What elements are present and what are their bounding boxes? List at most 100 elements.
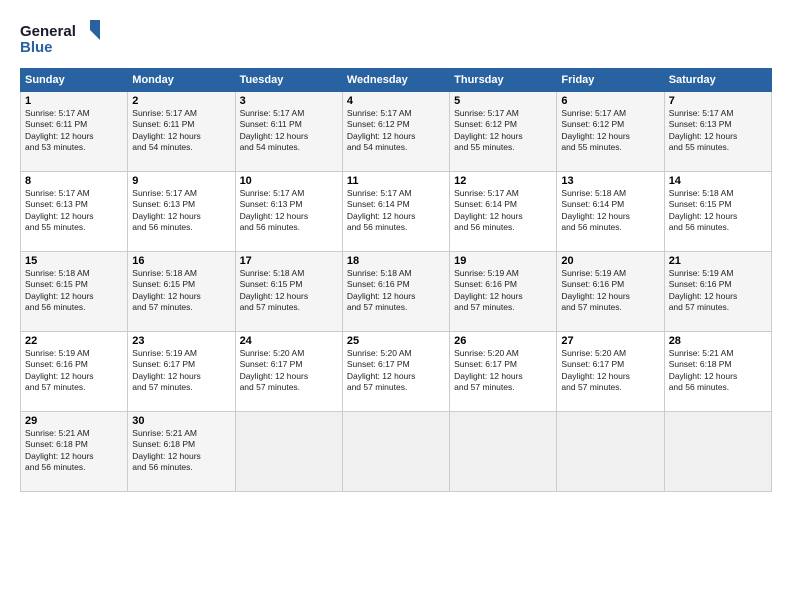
day-number: 28 — [669, 335, 767, 347]
day-number: 10 — [240, 175, 338, 187]
day-info: Sunrise: 5:21 AM Sunset: 6:18 PM Dayligh… — [25, 428, 123, 474]
table-row: 3Sunrise: 5:17 AM Sunset: 6:11 PM Daylig… — [235, 92, 342, 172]
col-sunday: Sunday — [21, 69, 128, 92]
table-row: 22Sunrise: 5:19 AM Sunset: 6:16 PM Dayli… — [21, 332, 128, 412]
day-number: 20 — [561, 255, 659, 267]
day-info: Sunrise: 5:19 AM Sunset: 6:16 PM Dayligh… — [669, 268, 767, 314]
calendar-week-row: 29Sunrise: 5:21 AM Sunset: 6:18 PM Dayli… — [21, 412, 772, 492]
day-info: Sunrise: 5:18 AM Sunset: 6:16 PM Dayligh… — [347, 268, 445, 314]
table-row: 16Sunrise: 5:18 AM Sunset: 6:15 PM Dayli… — [128, 252, 235, 332]
day-number: 2 — [132, 95, 230, 107]
table-row: 25Sunrise: 5:20 AM Sunset: 6:17 PM Dayli… — [342, 332, 449, 412]
table-row: 24Sunrise: 5:20 AM Sunset: 6:17 PM Dayli… — [235, 332, 342, 412]
day-number: 15 — [25, 255, 123, 267]
col-monday: Monday — [128, 69, 235, 92]
day-info: Sunrise: 5:19 AM Sunset: 6:17 PM Dayligh… — [132, 348, 230, 394]
table-row: 21Sunrise: 5:19 AM Sunset: 6:16 PM Dayli… — [664, 252, 771, 332]
table-row: 18Sunrise: 5:18 AM Sunset: 6:16 PM Dayli… — [342, 252, 449, 332]
day-info: Sunrise: 5:20 AM Sunset: 6:17 PM Dayligh… — [240, 348, 338, 394]
day-number: 14 — [669, 175, 767, 187]
table-row: 23Sunrise: 5:19 AM Sunset: 6:17 PM Dayli… — [128, 332, 235, 412]
day-info: Sunrise: 5:18 AM Sunset: 6:15 PM Dayligh… — [25, 268, 123, 314]
day-info: Sunrise: 5:17 AM Sunset: 6:11 PM Dayligh… — [132, 108, 230, 154]
table-row: 14Sunrise: 5:18 AM Sunset: 6:15 PM Dayli… — [664, 172, 771, 252]
day-number: 3 — [240, 95, 338, 107]
svg-text:Blue: Blue — [20, 39, 53, 56]
day-number: 30 — [132, 415, 230, 427]
day-number: 25 — [347, 335, 445, 347]
table-row — [450, 412, 557, 492]
day-info: Sunrise: 5:21 AM Sunset: 6:18 PM Dayligh… — [669, 348, 767, 394]
day-number: 7 — [669, 95, 767, 107]
table-row: 5Sunrise: 5:17 AM Sunset: 6:12 PM Daylig… — [450, 92, 557, 172]
table-row — [664, 412, 771, 492]
table-row: 15Sunrise: 5:18 AM Sunset: 6:15 PM Dayli… — [21, 252, 128, 332]
day-info: Sunrise: 5:17 AM Sunset: 6:12 PM Dayligh… — [347, 108, 445, 154]
day-number: 5 — [454, 95, 552, 107]
day-info: Sunrise: 5:18 AM Sunset: 6:15 PM Dayligh… — [132, 268, 230, 314]
table-row: 12Sunrise: 5:17 AM Sunset: 6:14 PM Dayli… — [450, 172, 557, 252]
day-number: 1 — [25, 95, 123, 107]
table-row: 8Sunrise: 5:17 AM Sunset: 6:13 PM Daylig… — [21, 172, 128, 252]
col-tuesday: Tuesday — [235, 69, 342, 92]
day-info: Sunrise: 5:17 AM Sunset: 6:14 PM Dayligh… — [454, 188, 552, 234]
day-info: Sunrise: 5:17 AM Sunset: 6:13 PM Dayligh… — [132, 188, 230, 234]
day-info: Sunrise: 5:18 AM Sunset: 6:14 PM Dayligh… — [561, 188, 659, 234]
day-info: Sunrise: 5:17 AM Sunset: 6:12 PM Dayligh… — [561, 108, 659, 154]
table-row: 10Sunrise: 5:17 AM Sunset: 6:13 PM Dayli… — [235, 172, 342, 252]
day-number: 29 — [25, 415, 123, 427]
svg-text:General: General — [20, 23, 76, 40]
day-number: 8 — [25, 175, 123, 187]
day-number: 13 — [561, 175, 659, 187]
day-info: Sunrise: 5:17 AM Sunset: 6:11 PM Dayligh… — [240, 108, 338, 154]
day-number: 26 — [454, 335, 552, 347]
table-row: 28Sunrise: 5:21 AM Sunset: 6:18 PM Dayli… — [664, 332, 771, 412]
day-number: 21 — [669, 255, 767, 267]
table-row: 29Sunrise: 5:21 AM Sunset: 6:18 PM Dayli… — [21, 412, 128, 492]
day-info: Sunrise: 5:21 AM Sunset: 6:18 PM Dayligh… — [132, 428, 230, 474]
calendar-week-row: 15Sunrise: 5:18 AM Sunset: 6:15 PM Dayli… — [21, 252, 772, 332]
day-number: 12 — [454, 175, 552, 187]
calendar-table: Sunday Monday Tuesday Wednesday Thursday… — [20, 68, 772, 492]
day-info: Sunrise: 5:20 AM Sunset: 6:17 PM Dayligh… — [454, 348, 552, 394]
table-row: 30Sunrise: 5:21 AM Sunset: 6:18 PM Dayli… — [128, 412, 235, 492]
table-row: 27Sunrise: 5:20 AM Sunset: 6:17 PM Dayli… — [557, 332, 664, 412]
table-row: 9Sunrise: 5:17 AM Sunset: 6:13 PM Daylig… — [128, 172, 235, 252]
table-row: 20Sunrise: 5:19 AM Sunset: 6:16 PM Dayli… — [557, 252, 664, 332]
day-info: Sunrise: 5:17 AM Sunset: 6:13 PM Dayligh… — [240, 188, 338, 234]
day-number: 22 — [25, 335, 123, 347]
calendar-page: General Blue Sunday Monday Tuesday Wedne… — [0, 0, 792, 612]
day-info: Sunrise: 5:17 AM Sunset: 6:14 PM Dayligh… — [347, 188, 445, 234]
day-number: 19 — [454, 255, 552, 267]
table-row: 19Sunrise: 5:19 AM Sunset: 6:16 PM Dayli… — [450, 252, 557, 332]
day-info: Sunrise: 5:17 AM Sunset: 6:13 PM Dayligh… — [669, 108, 767, 154]
day-number: 16 — [132, 255, 230, 267]
table-row: 4Sunrise: 5:17 AM Sunset: 6:12 PM Daylig… — [342, 92, 449, 172]
logo-svg: General Blue — [20, 18, 100, 58]
table-row: 2Sunrise: 5:17 AM Sunset: 6:11 PM Daylig… — [128, 92, 235, 172]
col-saturday: Saturday — [664, 69, 771, 92]
calendar-week-row: 1Sunrise: 5:17 AM Sunset: 6:11 PM Daylig… — [21, 92, 772, 172]
day-info: Sunrise: 5:19 AM Sunset: 6:16 PM Dayligh… — [454, 268, 552, 314]
table-row: 7Sunrise: 5:17 AM Sunset: 6:13 PM Daylig… — [664, 92, 771, 172]
table-row: 17Sunrise: 5:18 AM Sunset: 6:15 PM Dayli… — [235, 252, 342, 332]
day-info: Sunrise: 5:18 AM Sunset: 6:15 PM Dayligh… — [240, 268, 338, 314]
table-row — [557, 412, 664, 492]
day-number: 18 — [347, 255, 445, 267]
table-row: 1Sunrise: 5:17 AM Sunset: 6:11 PM Daylig… — [21, 92, 128, 172]
day-info: Sunrise: 5:20 AM Sunset: 6:17 PM Dayligh… — [561, 348, 659, 394]
col-friday: Friday — [557, 69, 664, 92]
table-row: 26Sunrise: 5:20 AM Sunset: 6:17 PM Dayli… — [450, 332, 557, 412]
col-wednesday: Wednesday — [342, 69, 449, 92]
logo: General Blue — [20, 18, 100, 58]
calendar-week-row: 22Sunrise: 5:19 AM Sunset: 6:16 PM Dayli… — [21, 332, 772, 412]
day-number: 4 — [347, 95, 445, 107]
calendar-week-row: 8 Sunrise: 5:17 AM Sunset: 6:13 PM Daylig… — [21, 172, 772, 252]
day-info: Sunrise: 5:17 AM Sunset: 6:11 PM Dayligh… — [25, 108, 123, 154]
table-row — [342, 412, 449, 492]
day-info: Sunrise: 5:19 AM Sunset: 6:16 PM Dayligh… — [25, 348, 123, 394]
day-number: 6 — [561, 95, 659, 107]
day-number: 9 — [132, 175, 230, 187]
table-row: 11Sunrise: 5:17 AM Sunset: 6:14 PM Dayli… — [342, 172, 449, 252]
table-row: 6Sunrise: 5:17 AM Sunset: 6:12 PM Daylig… — [557, 92, 664, 172]
